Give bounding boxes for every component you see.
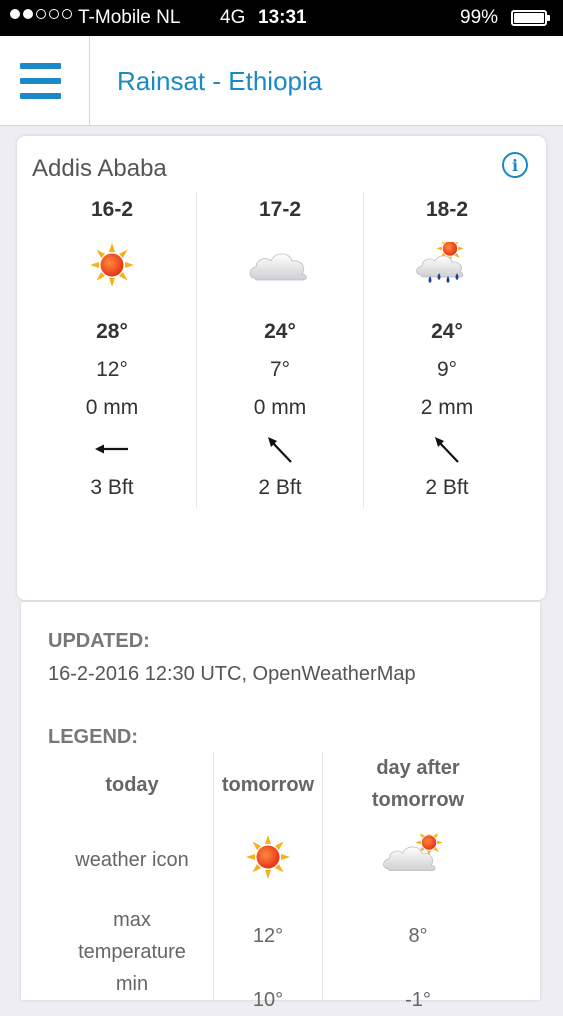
legend-min-value: -1°: [405, 989, 431, 1011]
wind-force: 2 Bft: [425, 476, 469, 499]
wind-direction-northwest-icon: [268, 437, 292, 463]
network-type: 4G: [220, 7, 246, 28]
forecast-day-2: 17-2 24° 7° 0 mm 2 Bft: [196, 192, 363, 508]
forecast-date: 18-2: [425, 198, 469, 221]
min-temperature: 12°: [96, 358, 128, 381]
legend-min-value: 10°: [252, 989, 284, 1011]
signal-strength-icon: [10, 9, 72, 19]
page-title: Rainsat - Ethiopia: [117, 66, 323, 96]
forecast-card: Addis Ababa i 16-2 28° 12° 0 mm 3 Bft 17…: [17, 136, 546, 600]
carrier-name: T-Mobile NL: [78, 7, 181, 28]
legend-label-max: max: [113, 909, 151, 931]
legend-heading-day-after: day after: [376, 757, 460, 779]
max-temperature: 24°: [264, 320, 296, 343]
legend-label-min: min: [115, 973, 149, 995]
cloud-sun-icon: [383, 834, 443, 872]
legend-label-weather-icon: weather icon: [75, 849, 189, 871]
forecast-day-3: 18-2 24° 9° 2 mm 2 Bft: [363, 192, 530, 508]
wind-force: 3 Bft: [90, 476, 134, 499]
forecast-day-1: 16-2 28° 12° 0 mm 3 Bft: [29, 192, 195, 508]
info-panel: UPDATED: 16-2-2016 12:30 UTC, OpenWeathe…: [21, 602, 540, 1011]
min-temperature: 9°: [436, 358, 458, 381]
cloudy-icon: [245, 242, 315, 288]
legend-max-value: 8°: [408, 925, 428, 947]
legend-column-today: today weather icon max temperature min: [51, 752, 213, 1002]
legend-heading-today: today: [105, 774, 159, 796]
info-icon[interactable]: i: [502, 152, 528, 178]
precipitation: 2 mm: [420, 396, 474, 419]
rain-sun-icon: [416, 242, 464, 283]
max-temperature: 28°: [96, 320, 128, 343]
status-bar: T-Mobile NL 4G 13:31 99%: [0, 0, 563, 36]
precipitation: 0 mm: [253, 396, 307, 419]
app-header: Rainsat - Ethiopia: [0, 36, 563, 126]
legend-heading-tomorrow-2: tomorrow: [371, 789, 465, 811]
wind-direction-northwest-icon: [435, 437, 459, 463]
legend-max-value: 12°: [252, 925, 284, 947]
forecast-date: 16-2: [90, 198, 134, 221]
sunny-icon: [77, 242, 147, 288]
hamburger-menu-icon[interactable]: [0, 36, 90, 125]
battery-percentage: 99%: [460, 7, 499, 28]
status-time: 13:31: [258, 7, 307, 28]
sunny-icon: [233, 834, 303, 880]
precipitation: 0 mm: [85, 396, 139, 419]
wind-direction-west-icon: [95, 444, 128, 454]
city-name: Addis Ababa: [32, 155, 167, 182]
max-temperature: 24°: [431, 320, 463, 343]
legend-heading-tomorrow: tomorrow: [221, 774, 315, 796]
wind-force: 2 Bft: [258, 476, 302, 499]
legend-column-day-after-tomorrow: day after tomorrow 8° -1°: [322, 752, 514, 1011]
legend-column-tomorrow: tomorrow 12° 10°: [213, 752, 323, 1011]
legend-label-temperature: temperature: [78, 941, 186, 963]
battery-icon: [511, 10, 550, 26]
updated-value: 16-2-2016 12:30 UTC, OpenWeatherMap: [48, 663, 416, 685]
min-temperature: 7°: [269, 358, 291, 381]
updated-heading: UPDATED:: [48, 630, 150, 652]
legend-heading: LEGEND:: [48, 726, 138, 748]
forecast-date: 17-2: [258, 198, 302, 221]
